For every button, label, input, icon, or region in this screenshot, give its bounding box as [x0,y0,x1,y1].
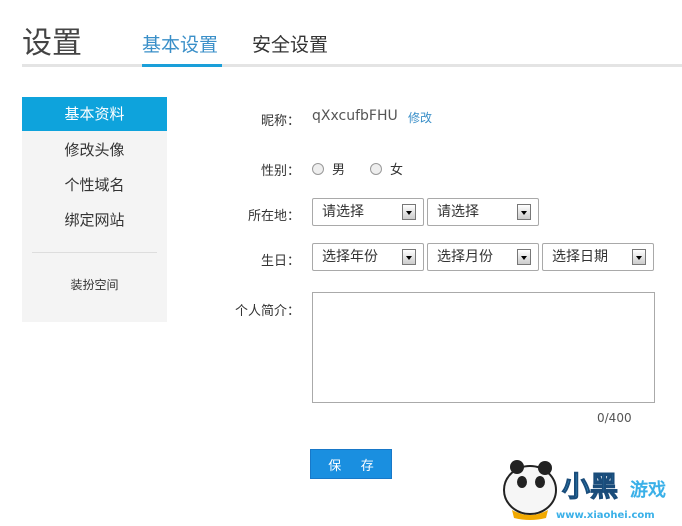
bio-char-counter: 0/400 [597,411,632,425]
year-select[interactable]: 选择年份 [312,243,424,271]
select-value: 选择年份 [322,249,378,265]
tab-security-settings[interactable]: 安全设置 [252,30,328,57]
female-label: 女 [390,163,404,178]
sidebar-divider [32,252,157,253]
tab-divider [22,64,682,67]
select-value: 选择月份 [437,249,493,265]
location-label: 所在地： [247,209,300,224]
radio-icon [370,163,382,175]
tab-basic-settings[interactable]: 基本设置 [142,30,218,57]
chevron-down-icon [517,249,531,265]
day-select[interactable]: 选择日期 [542,243,654,271]
sidebar-item-dress-space[interactable]: 装扮空间 [22,268,167,302]
month-select[interactable]: 选择月份 [427,243,539,271]
svg-text:www.xiaohei.com: www.xiaohei.com [556,510,655,521]
panda-logo-icon: 小黑 游戏 www.xiaohei.com [503,460,666,521]
select-value: 请选择 [322,204,364,220]
bio-label: 个人简介： [234,304,300,319]
select-value: 请选择 [437,204,479,220]
sidebar-item-bind-site[interactable]: 绑定网站 [22,203,167,237]
gender-female-radio[interactable]: 女 [370,159,403,178]
gender-label: 性别： [260,164,300,179]
city-select[interactable]: 请选择 [427,198,539,226]
male-label: 男 [332,163,346,178]
chevron-down-icon [517,204,531,220]
chevron-down-icon [402,204,416,220]
gender-male-radio[interactable]: 男 [312,159,345,178]
radio-icon [312,163,324,175]
page-title: 设置 [22,26,82,61]
chevron-down-icon [402,249,416,265]
svg-text:游戏: 游戏 [630,479,666,501]
edit-nickname-link[interactable]: 修改 [408,109,432,126]
chevron-down-icon [632,249,646,265]
sidebar: 基本资料 修改头像 个性域名 绑定网站 装扮空间 [22,97,167,322]
sidebar-item-domain[interactable]: 个性域名 [22,168,167,202]
svg-text:小黑: 小黑 [562,470,618,503]
select-value: 选择日期 [552,249,608,265]
bio-textarea[interactable] [312,292,655,403]
sidebar-item-basic-info[interactable]: 基本资料 [22,97,167,131]
watermark-logo: 小黑 游戏 www.xiaohei.com [490,452,682,522]
nickname-value: qXxcufbFHU [312,108,398,124]
nickname-label: 昵称： [260,114,300,129]
sidebar-item-avatar[interactable]: 修改头像 [22,133,167,167]
birthday-label: 生日： [260,254,300,269]
save-button[interactable]: 保 存 [310,449,392,479]
province-select[interactable]: 请选择 [312,198,424,226]
active-tab-indicator [142,64,222,67]
